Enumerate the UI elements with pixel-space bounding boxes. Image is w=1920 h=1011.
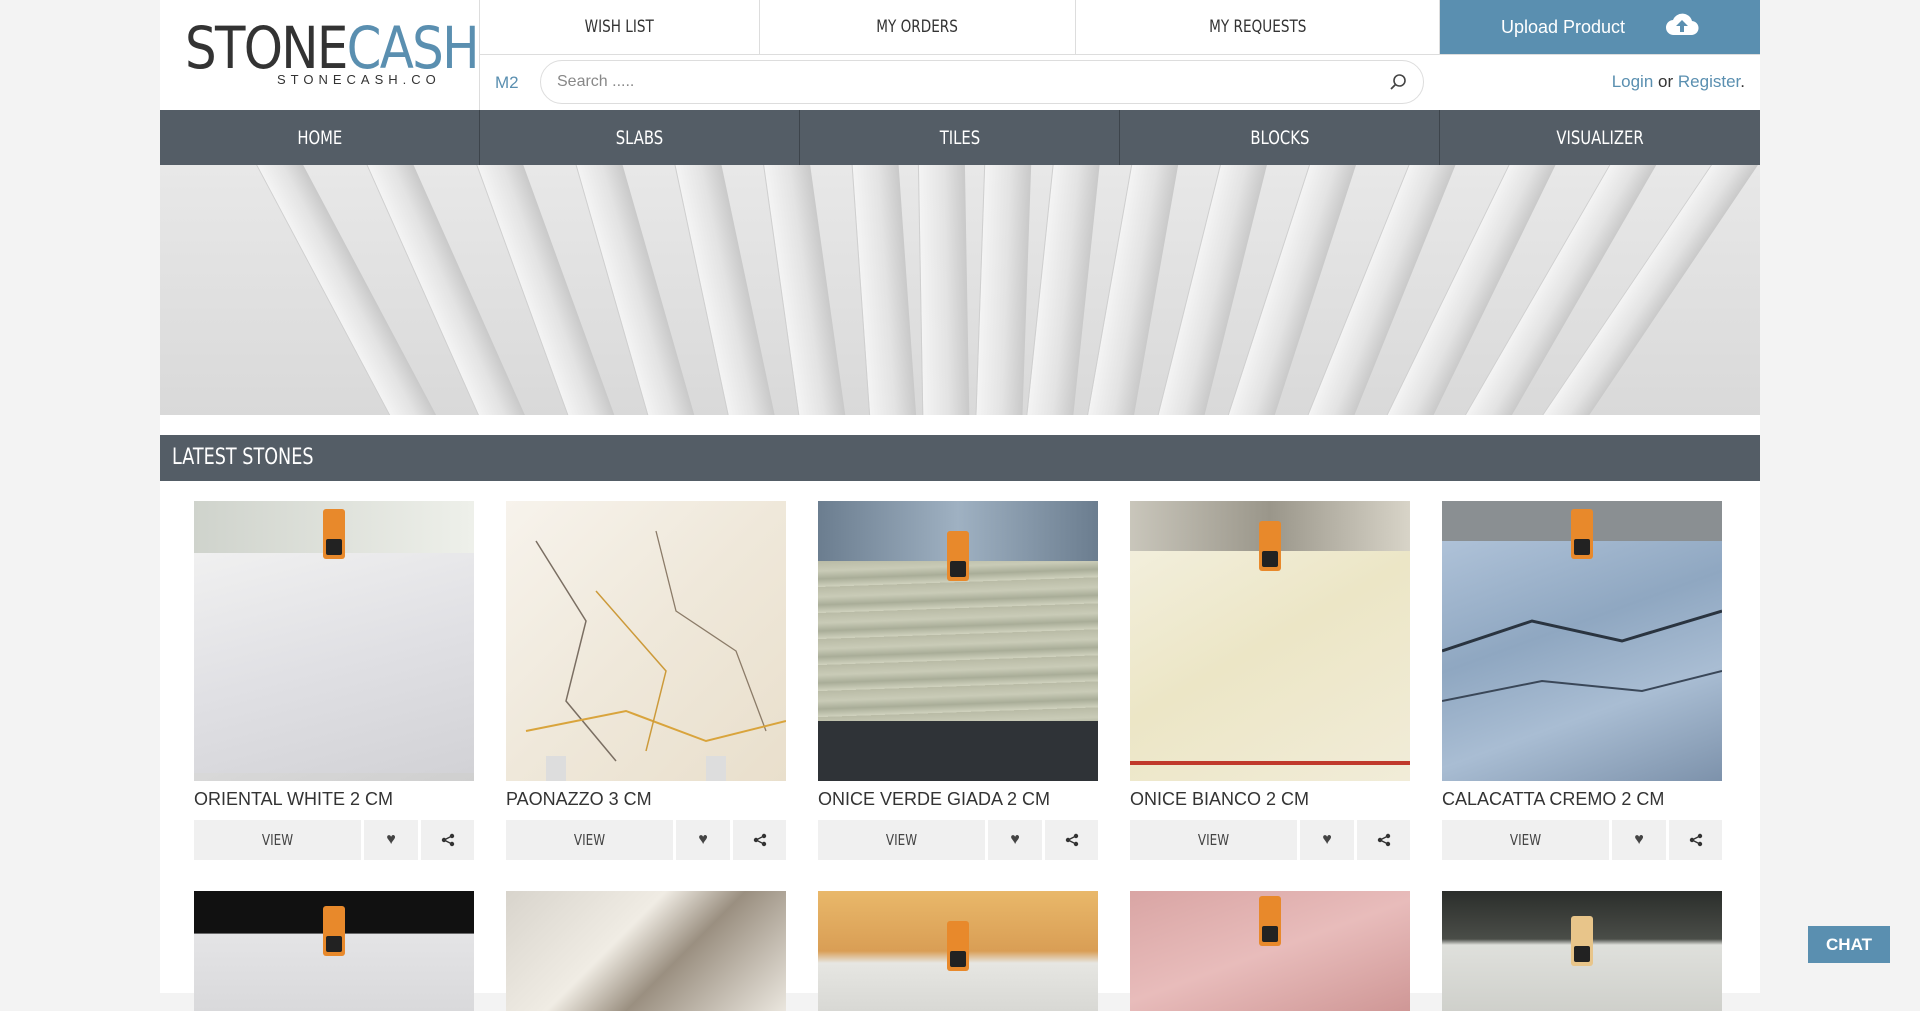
nav-home[interactable]: HOME (160, 110, 480, 165)
page: STONECASH STONECASH.CO WISH LIST MY ORDE… (160, 0, 1760, 1011)
product-actions: VIEW ♥ (506, 820, 786, 860)
section-title: LATEST STONES (172, 445, 314, 470)
view-button[interactable]: VIEW (506, 820, 673, 860)
heart-icon[interactable]: ♥ (988, 820, 1042, 860)
product-image[interactable] (818, 501, 1098, 781)
main-navigation: HOME SLABS TILES BLOCKS VISUALIZER (160, 110, 1760, 165)
latest-stones-header: LATEST STONES (160, 435, 1760, 481)
product-card (818, 891, 1098, 1011)
cloud-upload-icon (1665, 11, 1699, 44)
product-card (1442, 891, 1722, 1011)
product-title[interactable]: ORIENTAL WHITE 2 CM (194, 789, 474, 810)
product-image[interactable] (818, 891, 1098, 1011)
login-link[interactable]: Login (1612, 72, 1654, 91)
heart-icon[interactable]: ♥ (1300, 820, 1354, 860)
product-title[interactable]: ONICE BIANCO 2 CM (1130, 789, 1410, 810)
product-actions: VIEW ♥ (1442, 820, 1722, 860)
product-image[interactable] (1130, 891, 1410, 1011)
product-card (194, 891, 474, 1011)
product-image[interactable] (1442, 891, 1722, 1011)
share-icon[interactable] (421, 820, 474, 860)
search-row: M2 Login or Register. (480, 55, 1760, 110)
view-button[interactable]: VIEW (194, 820, 361, 860)
auth-links: Login or Register. (1612, 72, 1745, 92)
share-icon[interactable] (1669, 820, 1722, 860)
heart-icon[interactable]: ♥ (1612, 820, 1666, 860)
product-card: PAONAZZO 3 CM VIEW ♥ (506, 501, 786, 860)
product-actions: VIEW ♥ (818, 820, 1098, 860)
product-card (506, 891, 786, 1011)
view-button[interactable]: VIEW (1442, 820, 1609, 860)
product-card: ORIENTAL WHITE 2 CM VIEW ♥ (194, 501, 474, 860)
upload-product-button[interactable]: Upload Product (1440, 0, 1760, 54)
product-title[interactable]: ONICE VERDE GIADA 2 CM (818, 789, 1098, 810)
product-card: CALACATTA CREMO 2 CM VIEW ♥ (1442, 501, 1722, 860)
wish-list-link[interactable]: WISH LIST (480, 0, 760, 54)
product-actions: VIEW ♥ (194, 820, 474, 860)
unit-toggle[interactable]: M2 (495, 73, 519, 93)
product-card: ONICE BIANCO 2 CM VIEW ♥ (1130, 501, 1410, 860)
my-requests-link[interactable]: MY REQUESTS (1076, 0, 1440, 54)
nav-slabs[interactable]: SLABS (480, 110, 800, 165)
header: STONECASH STONECASH.CO WISH LIST MY ORDE… (160, 0, 1760, 110)
nav-visualizer[interactable]: VISUALIZER (1440, 110, 1760, 165)
hero-banner-image (160, 165, 1760, 415)
share-icon[interactable] (1357, 820, 1410, 860)
product-title[interactable]: CALACATTA CREMO 2 CM (1442, 789, 1722, 810)
heart-icon[interactable]: ♥ (364, 820, 418, 860)
nav-tiles[interactable]: TILES (800, 110, 1120, 165)
share-icon[interactable] (1045, 820, 1098, 860)
product-image[interactable] (194, 501, 474, 781)
view-button[interactable]: VIEW (818, 820, 985, 860)
chat-button[interactable]: CHAT (1808, 926, 1890, 963)
product-image[interactable] (506, 891, 786, 1011)
product-image[interactable] (1130, 501, 1410, 781)
product-actions: VIEW ♥ (1130, 820, 1410, 860)
heart-icon[interactable]: ♥ (676, 820, 730, 860)
search-icon[interactable] (1389, 73, 1407, 91)
product-image[interactable] (194, 891, 474, 1011)
logo[interactable]: STONECASH STONECASH.CO (160, 0, 480, 110)
search-box (540, 60, 1424, 104)
share-icon[interactable] (733, 820, 786, 860)
view-button[interactable]: VIEW (1130, 820, 1297, 860)
product-card: ONICE VERDE GIADA 2 CM VIEW ♥ (818, 501, 1098, 860)
logo-subtitle: STONECASH.CO (277, 72, 441, 87)
product-image[interactable] (506, 501, 786, 781)
nav-blocks[interactable]: BLOCKS (1120, 110, 1440, 165)
top-navigation: WISH LIST MY ORDERS MY REQUESTS Upload P… (480, 0, 1760, 55)
product-title[interactable]: PAONAZZO 3 CM (506, 789, 786, 810)
product-image[interactable] (1442, 501, 1722, 781)
my-orders-link[interactable]: MY ORDERS (760, 0, 1076, 54)
search-input[interactable] (555, 72, 1379, 92)
register-link[interactable]: Register (1678, 72, 1740, 91)
auth-suffix: . (1740, 72, 1745, 91)
auth-or-text: or (1658, 72, 1674, 91)
product-card (1130, 891, 1410, 1011)
